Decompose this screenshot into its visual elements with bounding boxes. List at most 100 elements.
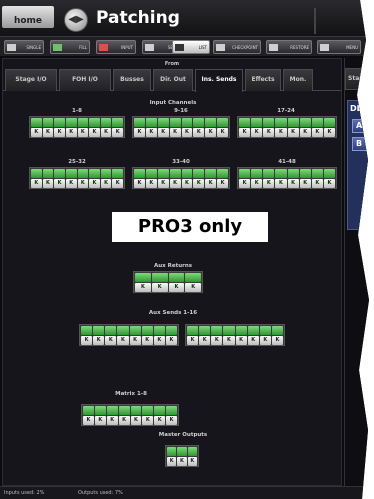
patch-point-active[interactable] [217,169,228,178]
patch-point-active[interactable] [117,326,129,335]
navigation-arrows-icon[interactable]: ◀▶ [64,8,88,32]
patch-point-active[interactable] [205,118,217,127]
patch-point-active[interactable] [311,169,323,178]
patch-point-active[interactable] [263,118,275,127]
patch-point-active[interactable] [223,326,235,335]
patch-point-label[interactable]: K [263,179,275,188]
patch-point-active[interactable] [106,406,118,415]
patch-point-active[interactable] [299,118,311,127]
patch-point-label[interactable]: K [141,336,153,345]
patch-point-label[interactable]: K [299,128,311,137]
patch-point-active[interactable] [177,447,187,456]
tab-stage[interactable]: Stage [345,68,369,90]
fill-button[interactable]: FILL [50,40,90,54]
patch-point-label[interactable]: K [263,128,275,137]
patch-point-active[interactable] [118,406,130,415]
patch-point-active[interactable] [89,169,100,178]
patch-point-label[interactable]: K [187,336,199,345]
patch-point-active[interactable] [185,273,201,282]
patch-point-label[interactable]: K [142,416,154,425]
patch-point-label[interactable]: K [129,336,141,345]
patch-point-label[interactable]: K [287,128,299,137]
patch-point-label[interactable]: K [239,128,251,137]
checkpoint-button[interactable]: CHECKPOINT [213,40,261,54]
patch-point-label[interactable]: K [154,416,166,425]
patch-point-label[interactable]: K [251,128,263,137]
patch-point-active[interactable] [100,118,112,127]
patch-point-active[interactable] [77,169,89,178]
patch-point-label[interactable]: K [251,179,263,188]
patch-point-label[interactable]: K [42,179,54,188]
menu-button[interactable]: MENU [317,40,361,54]
patch-point-active[interactable] [112,169,123,178]
port-b-button[interactable]: B [352,137,369,151]
patch-point-active[interactable] [141,326,153,335]
patch-point-label[interactable]: K [54,179,65,188]
patch-point-label[interactable]: K [134,128,145,137]
patch-point-active[interactable] [105,326,117,335]
patch-point-label[interactable]: K [77,179,89,188]
patch-point-active[interactable] [247,326,259,335]
input-button[interactable]: INPUT [96,40,136,54]
patch-point-active[interactable] [100,169,112,178]
patch-point-label[interactable]: K [77,128,89,137]
tab-stage-io[interactable]: Stage I/O [5,69,57,91]
patch-point-label[interactable]: K [145,128,157,137]
patch-point-label[interactable]: K [65,128,77,137]
patch-point-active[interactable] [205,169,217,178]
patch-point-active[interactable] [259,326,271,335]
home-button[interactable]: home [2,6,54,28]
tab-mon[interactable]: Mon. [283,69,313,91]
patch-point-label[interactable]: K [153,336,165,345]
patch-point-label[interactable]: K [168,283,185,292]
tab-busses[interactable]: Busses [113,69,151,91]
patch-point-active[interactable] [83,406,94,415]
patch-point-active[interactable] [77,118,89,127]
patch-point-label[interactable]: K [185,283,201,292]
patch-point-active[interactable] [89,118,100,127]
patch-point-active[interactable] [54,169,65,178]
patch-point-label[interactable]: K [211,336,223,345]
patch-point-label[interactable]: K [94,416,106,425]
patch-point-active[interactable] [166,406,177,415]
patch-point-label[interactable]: K [275,128,287,137]
patch-point-label[interactable]: K [311,128,323,137]
patch-point-label[interactable]: K [93,336,105,345]
patch-point-active[interactable] [112,118,123,127]
patch-point-label[interactable]: K [134,179,145,188]
patch-point-label[interactable]: K [130,416,142,425]
patch-point-active[interactable] [187,447,197,456]
patch-point-label[interactable]: K [31,179,42,188]
patch-point-label[interactable]: K [311,179,323,188]
patch-point-label[interactable]: K [205,128,217,137]
patch-point-label[interactable]: K [135,283,151,292]
patch-point-active[interactable] [31,118,42,127]
patch-point-label[interactable]: K [259,336,271,345]
tab-effects[interactable]: Effects [245,69,281,91]
patch-point-label[interactable]: K [112,128,123,137]
patch-point-active[interactable] [168,273,185,282]
patch-point-active[interactable] [299,169,311,178]
patch-point-active[interactable] [42,169,54,178]
patch-point-label[interactable]: K [287,179,299,188]
patch-point-active[interactable] [181,118,193,127]
patch-point-label[interactable]: K [275,179,287,188]
patch-point-label[interactable]: K [157,179,169,188]
patch-point-active[interactable] [129,326,141,335]
patch-point-active[interactable] [193,118,205,127]
patch-point-active[interactable] [81,326,93,335]
patch-point-label[interactable]: K [83,416,94,425]
patch-point-active[interactable] [135,273,151,282]
patch-point-active[interactable] [169,169,181,178]
port-a-button[interactable]: A [352,119,369,133]
patch-point-label[interactable]: K [145,179,157,188]
patch-point-label[interactable]: K [167,457,177,466]
patch-point-active[interactable] [251,118,263,127]
patch-point-active[interactable] [130,406,142,415]
patch-point-active[interactable] [323,118,335,127]
patch-point-active[interactable] [211,326,223,335]
patch-point-label[interactable]: K [323,179,335,188]
patch-point-active[interactable] [93,326,105,335]
patch-point-active[interactable] [275,169,287,178]
patch-point-label[interactable]: K [223,336,235,345]
